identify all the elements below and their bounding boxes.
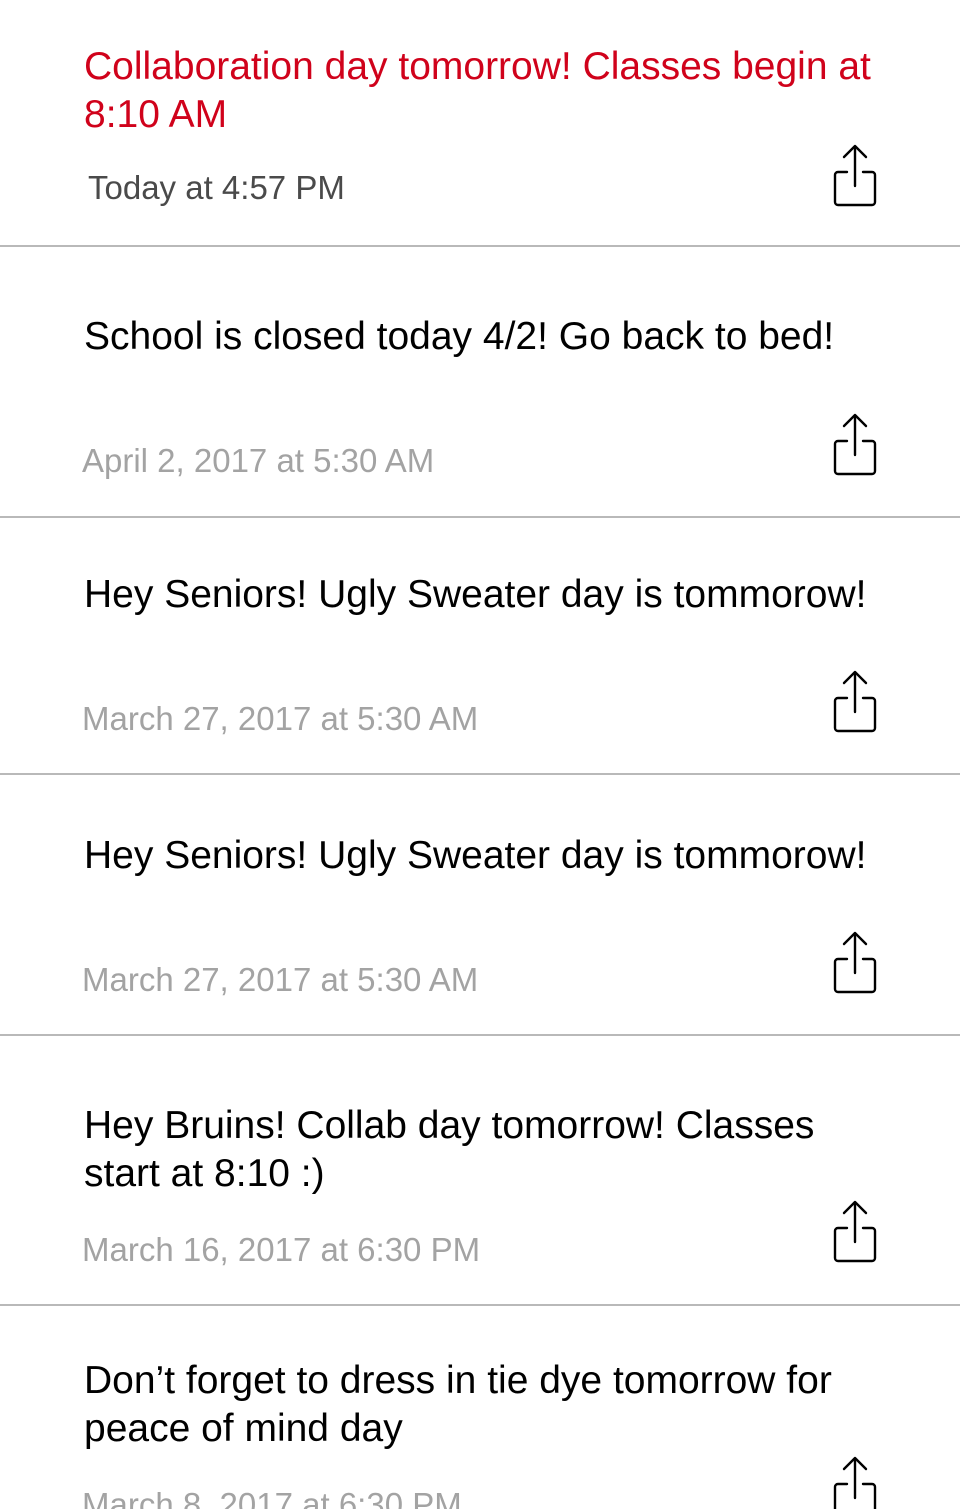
- announcement-text: Hey Seniors! Ugly Sweater day is tommoro…: [84, 573, 867, 616]
- share-icon: [833, 670, 877, 733]
- share-button[interactable]: [830, 670, 880, 736]
- announcement-item[interactable]: Hey Bruins! Collab day tomorrow! Classes…: [0, 1036, 960, 1304]
- share-button[interactable]: [830, 1200, 880, 1266]
- announcement-text: Don’t forget to dress in tie dye tomorro…: [84, 1359, 832, 1450]
- share-icon: [833, 1456, 877, 1509]
- share-button[interactable]: [830, 413, 880, 479]
- announcement-text: Hey Bruins! Collab day tomorrow! Classes…: [84, 1104, 815, 1195]
- announcement-timestamp: Today at 4:57 PM: [88, 169, 345, 206]
- announcement-text: Collaboration day tomorrow! Classes begi…: [84, 45, 871, 136]
- announcement-item[interactable]: Collaboration day tomorrow! Classes begi…: [0, 0, 960, 246]
- announcement-item[interactable]: School is closed today 4/2! Go back to b…: [0, 247, 960, 516]
- share-button[interactable]: [830, 1456, 880, 1509]
- share-icon: [833, 413, 877, 476]
- announcement-timestamp: March 8, 2017 at 6:30 PM: [82, 1486, 462, 1509]
- share-icon: [833, 931, 877, 994]
- announcement-item[interactable]: Don’t forget to dress in tie dye tomorro…: [0, 1306, 960, 1509]
- announcement-timestamp: March 27, 2017 at 5:30 AM: [82, 961, 479, 998]
- announcement-text: Hey Seniors! Ugly Sweater day is tommoro…: [84, 834, 867, 877]
- share-icon: [833, 1200, 877, 1263]
- announcement-item[interactable]: Hey Seniors! Ugly Sweater day is tommoro…: [0, 775, 960, 1035]
- share-icon: [833, 144, 877, 207]
- announcement-text: School is closed today 4/2! Go back to b…: [84, 315, 835, 358]
- announcement-timestamp: March 16, 2017 at 6:30 PM: [82, 1231, 481, 1268]
- announcement-timestamp: March 27, 2017 at 5:30 AM: [82, 700, 479, 737]
- announcement-timestamp: April 2, 2017 at 5:30 AM: [82, 442, 435, 479]
- share-button[interactable]: [830, 144, 880, 210]
- share-button[interactable]: [830, 931, 880, 997]
- announcement-item[interactable]: Hey Seniors! Ugly Sweater day is tommoro…: [0, 518, 960, 774]
